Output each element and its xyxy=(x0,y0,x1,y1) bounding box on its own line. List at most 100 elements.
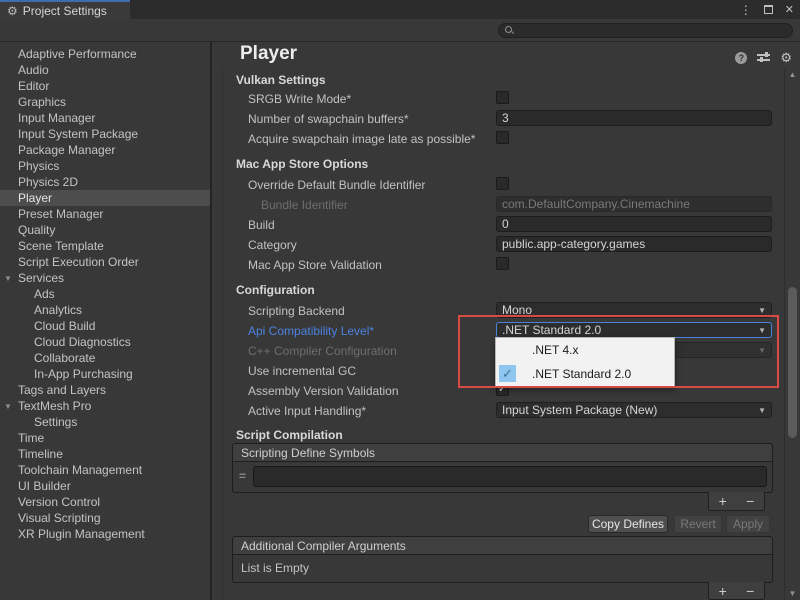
sidebar-item-services[interactable]: ▼Services xyxy=(0,270,210,286)
menu-item-net-standard-2-0[interactable]: ✓ .NET Standard 2.0 xyxy=(496,362,674,386)
foldout-arrow-icon[interactable]: ▼ xyxy=(4,271,12,287)
sidebar-item-version-control[interactable]: Version Control xyxy=(0,494,210,510)
assembly-version-validation-label: Assembly Version Validation xyxy=(248,384,399,398)
sidebar-item-graphics[interactable]: Graphics xyxy=(0,94,210,110)
scroll-down-icon[interactable]: ▼ xyxy=(785,589,800,598)
copy-defines-button[interactable]: Copy Defines xyxy=(588,515,668,533)
sidebar-item-collaborate[interactable]: Collaborate xyxy=(0,350,210,366)
sidebar-item-scene-template[interactable]: Scene Template xyxy=(0,238,210,254)
menu-item-net-4x[interactable]: .NET 4.x xyxy=(496,338,674,362)
sidebar-item-time[interactable]: Time xyxy=(0,430,210,446)
section-script-compilation: Script Compilation xyxy=(236,428,343,442)
acquire-swapchain-label: Acquire swapchain image late as possible… xyxy=(248,132,475,146)
scripting-define-symbols-box: Scripting Define Symbols = xyxy=(232,443,773,493)
compiler-args-list-footer: + − xyxy=(708,582,765,600)
search-input[interactable] xyxy=(518,25,778,37)
scripting-define-symbols-header: Scripting Define Symbols xyxy=(233,444,772,462)
window-menu-icon[interactable]: ⋮ xyxy=(740,3,752,17)
sidebar-item-input-system-package[interactable]: Input System Package xyxy=(0,126,210,142)
swapchain-buffers-field[interactable] xyxy=(496,110,772,126)
category-field[interactable] xyxy=(496,236,772,252)
sidebar-item-quality[interactable]: Quality xyxy=(0,222,210,238)
add-item-button[interactable]: + xyxy=(719,494,727,508)
sidebar-item-cloud-diagnostics[interactable]: Cloud Diagnostics xyxy=(0,334,210,350)
section-vulkan-settings: Vulkan Settings xyxy=(236,73,326,87)
sidebar-item-textmesh-pro[interactable]: ▼TextMesh Pro xyxy=(0,398,210,414)
settings-gear-icon: ⚙ xyxy=(7,5,18,17)
vertical-scrollbar[interactable]: ▲ ▼ xyxy=(784,68,800,600)
sidebar-item-input-manager[interactable]: Input Manager xyxy=(0,110,210,126)
sidebar-item-package-manager[interactable]: Package Manager xyxy=(0,142,210,158)
tab-title: Project Settings xyxy=(23,4,107,18)
category-label: Category xyxy=(248,238,297,252)
override-bundle-identifier-label: Override Default Bundle Identifier xyxy=(248,178,425,192)
sidebar-item-player[interactable]: Player xyxy=(0,190,210,206)
scroll-up-icon[interactable]: ▲ xyxy=(785,70,800,79)
sidebar-item-visual-scripting[interactable]: Visual Scripting xyxy=(0,510,210,526)
gear-icon[interactable]: ⚙ xyxy=(780,51,792,64)
acquire-swapchain-checkbox[interactable] xyxy=(496,131,509,144)
toolbar xyxy=(0,19,800,42)
sidebar-item-tmp-settings[interactable]: Settings xyxy=(0,414,210,430)
additional-compiler-arguments-box: Additional Compiler Arguments List is Em… xyxy=(232,536,773,583)
sidebar-item-cloud-build[interactable]: Cloud Build xyxy=(0,318,210,334)
api-compatibility-level-dropdown[interactable]: .NET Standard 2.0 ▼ xyxy=(496,322,772,338)
sidebar-item-editor[interactable]: Editor xyxy=(0,78,210,94)
close-icon[interactable]: ✕ xyxy=(785,3,794,16)
sidebar-item-xr-plugin-management[interactable]: XR Plugin Management xyxy=(0,526,210,542)
sidebar-item-in-app-purchasing[interactable]: In-App Purchasing xyxy=(0,366,210,382)
cpp-compiler-configuration-label: C++ Compiler Configuration xyxy=(248,344,397,358)
sidebar-item-physics[interactable]: Physics xyxy=(0,158,210,174)
search-icon xyxy=(505,26,514,35)
add-item-button[interactable]: + xyxy=(719,584,727,598)
foldout-arrow-icon[interactable]: ▼ xyxy=(4,399,12,415)
sidebar-item-tags-and-layers[interactable]: Tags and Layers xyxy=(0,382,210,398)
sidebar-item-audio[interactable]: Audio xyxy=(0,62,210,78)
scrollbar-thumb[interactable] xyxy=(788,287,797,438)
chevron-down-icon: ▼ xyxy=(758,346,766,355)
sidebar-item-physics-2d[interactable]: Physics 2D xyxy=(0,174,210,190)
drag-handle-icon[interactable]: = xyxy=(239,469,246,483)
active-input-handling-label: Active Input Handling* xyxy=(248,404,366,418)
sidebar-item-script-execution-order[interactable]: Script Execution Order xyxy=(0,254,210,270)
sidebar-item-preset-manager[interactable]: Preset Manager xyxy=(0,206,210,222)
active-input-handling-dropdown[interactable]: Input System Package (New) ▼ xyxy=(496,402,772,418)
sidebar-item-toolchain-management[interactable]: Toolchain Management xyxy=(0,462,210,478)
revert-button[interactable]: Revert xyxy=(674,515,722,533)
override-bundle-identifier-checkbox[interactable] xyxy=(496,177,509,190)
build-label: Build xyxy=(248,218,275,232)
scripting-backend-label: Scripting Backend xyxy=(248,304,345,318)
api-compatibility-dropdown-menu: .NET 4.x ✓ .NET Standard 2.0 xyxy=(495,337,675,387)
remove-item-button[interactable]: − xyxy=(746,494,754,508)
sidebar-item-ui-builder[interactable]: UI Builder xyxy=(0,478,210,494)
help-icon[interactable]: ? xyxy=(735,52,747,64)
sidebar-item-adaptive-performance[interactable]: Adaptive Performance xyxy=(0,46,210,62)
sidebar-item-timeline[interactable]: Timeline xyxy=(0,446,210,462)
check-icon: ✓ xyxy=(499,365,516,382)
sidebar-item-ads[interactable]: Ads xyxy=(0,286,210,302)
define-symbols-list-footer: + − xyxy=(708,492,765,511)
search-box[interactable] xyxy=(498,23,793,38)
sidebar-item-analytics[interactable]: Analytics xyxy=(0,302,210,318)
chevron-down-icon: ▼ xyxy=(758,326,766,335)
use-incremental-gc-label: Use incremental GC xyxy=(248,364,356,378)
define-symbol-field[interactable] xyxy=(253,466,767,487)
chevron-down-icon: ▼ xyxy=(758,406,766,415)
chevron-down-icon: ▼ xyxy=(758,306,766,315)
bundle-identifier-label: Bundle Identifier xyxy=(261,198,348,212)
api-compatibility-level-label: Api Compatibility Level* xyxy=(248,324,374,338)
remove-item-button[interactable]: − xyxy=(746,584,754,598)
additional-compiler-arguments-header: Additional Compiler Arguments xyxy=(233,537,772,555)
srgb-write-mode-checkbox[interactable] xyxy=(496,91,509,104)
settings-category-sidebar: Adaptive Performance Audio Editor Graphi… xyxy=(0,42,212,600)
tab-project-settings[interactable]: ⚙ Project Settings xyxy=(0,0,130,19)
swapchain-buffers-label: Number of swapchain buffers* xyxy=(248,112,409,126)
project-settings-window: ⚙ Project Settings ⋮ ✕ Adaptive Performa… xyxy=(0,0,800,600)
section-configuration: Configuration xyxy=(236,283,315,297)
presets-icon[interactable] xyxy=(757,52,770,63)
maximize-icon[interactable] xyxy=(764,5,773,14)
scripting-backend-dropdown[interactable]: Mono ▼ xyxy=(496,302,772,318)
build-field[interactable] xyxy=(496,216,772,232)
mac-app-store-validation-checkbox[interactable] xyxy=(496,257,509,270)
apply-button[interactable]: Apply xyxy=(726,515,770,533)
